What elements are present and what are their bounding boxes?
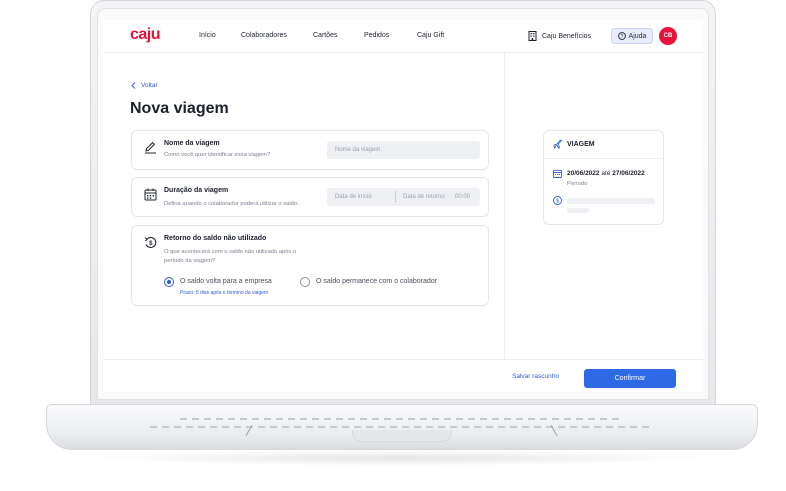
summary-date-connector: até	[601, 170, 611, 177]
radio-keep-with-employee[interactable]	[300, 277, 310, 287]
nav-item-colaboradores[interactable]: Colaboradores	[241, 32, 287, 39]
balance-skeleton	[567, 198, 655, 204]
date-separator	[395, 191, 396, 203]
question-icon: ?	[617, 32, 626, 40]
radio-company-hint: Prazo: 5 dias após o término da viagem	[180, 290, 269, 296]
balance-return-card: $ Retorno do saldo não utilizado O que a…	[131, 225, 489, 306]
back-link[interactable]: Voltar	[131, 82, 158, 89]
page-title: Nova viagem	[130, 100, 229, 117]
nav-item-cartoes[interactable]: Cartões	[313, 32, 338, 39]
trip-duration-subtitle: Defina quando o colaborador poderá utili…	[164, 201, 299, 207]
nav-item-pedidos[interactable]: Pedidos	[364, 32, 389, 39]
sidebar-divider	[504, 53, 505, 359]
summary-end-date: 27/06/2022	[612, 170, 645, 177]
svg-text:?: ?	[620, 34, 623, 40]
start-date-placeholder[interactable]: Data de início	[335, 194, 372, 200]
summary-date-range: 20/06/2022 até 27/06/2022	[567, 170, 645, 177]
airplane-icon	[553, 139, 563, 149]
trip-summary-card: VIAGEM 20/06/2022 até 27/06/2022 Período…	[543, 130, 664, 225]
radio-employee-label[interactable]: O saldo permanece com o colaborador	[316, 278, 437, 285]
calendar-icon	[144, 188, 157, 201]
nav-item-caju-gift[interactable]: Caju Gift	[417, 32, 444, 39]
nav-item-inicio[interactable]: Início	[199, 32, 216, 39]
date-range-input[interactable]: Data de início Data de retorno 00:00	[327, 188, 480, 206]
top-navigation: caju Início Colaboradores Cartões Pedido…	[103, 20, 703, 53]
help-label: Ajuda	[628, 32, 647, 40]
back-label: Voltar	[141, 82, 158, 89]
company-name: Caju Benefícios	[542, 32, 592, 40]
trip-name-input[interactable]: Nome da viagem	[327, 141, 480, 159]
money-icon: $	[553, 196, 562, 205]
summary-title: VIAGEM	[567, 141, 595, 148]
refresh-money-icon: $	[144, 236, 157, 249]
user-avatar[interactable]: CB	[659, 27, 677, 45]
time-placeholder[interactable]: 00:00	[455, 194, 470, 200]
end-date-placeholder[interactable]: Data de retorno	[403, 194, 445, 200]
caju-logo[interactable]: caju	[130, 26, 161, 44]
trip-name-card: Nome da viagem Como você quer identifica…	[131, 130, 489, 170]
building-icon	[528, 31, 537, 41]
balance-return-title: Retorno do saldo não utilizado	[164, 235, 267, 242]
trip-duration-card: Duração da viagem Defina quando o colabo…	[131, 177, 489, 217]
svg-text:$: $	[149, 241, 153, 247]
chevron-left-icon	[131, 82, 136, 89]
balance-return-subtitle-line1: O que acontecerá com o saldo não utiliza…	[164, 249, 297, 255]
balance-return-subtitle-line2: período da viagem?	[164, 258, 216, 264]
summary-header: VIAGEM	[544, 131, 663, 159]
trip-name-subtitle: Como você quer identificar essa viagem?	[164, 152, 271, 158]
laptop-notch	[352, 430, 452, 442]
pencil-icon	[145, 141, 156, 154]
help-button[interactable]: ? Ajuda	[611, 28, 653, 44]
summary-period-label: Período	[567, 181, 588, 187]
trip-name-title: Nome da viagem	[164, 140, 220, 147]
balance-skeleton-small	[567, 208, 589, 213]
summary-start-date: 20/06/2022	[567, 170, 600, 177]
save-draft-button[interactable]: Salvar rascunho	[512, 373, 559, 380]
calendar-icon	[553, 169, 562, 178]
keyboard-row	[180, 418, 620, 420]
app-screen: caju Início Colaboradores Cartões Pedido…	[103, 20, 703, 392]
svg-text:$: $	[556, 199, 559, 205]
confirm-button[interactable]: Confirmar	[584, 369, 676, 388]
radio-company-label[interactable]: O saldo volta para a empresa	[180, 278, 272, 285]
company-switcher[interactable]: Caju Benefícios	[528, 31, 591, 41]
trip-duration-title: Duração da viagem	[164, 187, 229, 194]
keyboard-row	[150, 426, 650, 428]
radio-return-to-company[interactable]	[164, 277, 174, 287]
laptop-shadow	[80, 450, 720, 466]
